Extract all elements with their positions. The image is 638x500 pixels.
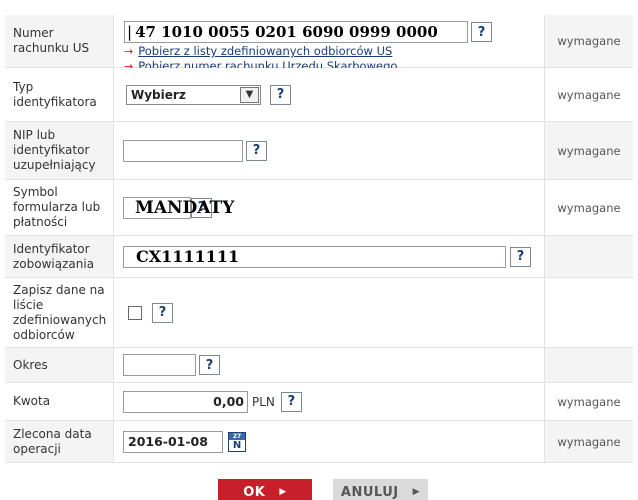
ok-button[interactable]: OK ▶ bbox=[218, 479, 312, 500]
save-recipient-help-button[interactable]: ? bbox=[152, 302, 173, 323]
row-save-recipient: Zapisz dane na liście zdefiniowanych odb… bbox=[5, 278, 633, 348]
row-period: Okres ? bbox=[5, 348, 633, 383]
payment-form: Numer rachunku US | 47 1010 0055 0201 609… bbox=[5, 15, 633, 463]
form-symbol-value: MANDATY bbox=[135, 197, 235, 218]
required-badge: wymagane bbox=[557, 34, 621, 48]
identifier-type-field-cell: Wybierz ▼ ? bbox=[113, 68, 545, 121]
required-badge: wymagane bbox=[557, 200, 621, 215]
link-defined-recipients[interactable]: → Pobierz z listy zdefiniowanych odbiorc… bbox=[124, 44, 492, 59]
row-form-symbol: Symbol formularza lub płatności ? MANDAT… bbox=[5, 180, 633, 236]
empty-required-cell bbox=[545, 236, 633, 277]
chevron-right-icon: ▶ bbox=[412, 487, 421, 497]
row-account-number: Numer rachunku US | 47 1010 0055 0201 609… bbox=[5, 15, 633, 73]
empty-required-cell bbox=[545, 278, 633, 347]
amount-label: Kwota bbox=[13, 394, 51, 408]
obligation-id-label: Identyfikator zobowiązania bbox=[13, 241, 95, 271]
currency-label: PLN bbox=[252, 394, 275, 409]
period-field-cell: ? bbox=[113, 348, 545, 382]
form-buttons: OK ▶ ANULUJ ▶ bbox=[0, 479, 638, 500]
save-recipient-checkbox[interactable] bbox=[128, 305, 142, 320]
identifier-type-label: Typ identyfikatora bbox=[13, 79, 97, 109]
form-symbol-field-cell: ? MANDATY bbox=[113, 180, 545, 235]
period-help-button[interactable]: ? bbox=[199, 355, 220, 375]
nip-input[interactable] bbox=[123, 139, 243, 162]
empty-required-cell bbox=[545, 348, 633, 382]
arrow-right-icon: → bbox=[124, 45, 134, 58]
required-badge: wymagane bbox=[557, 434, 621, 449]
nip-field-cell: ? bbox=[113, 122, 545, 179]
required-badge: wymagane bbox=[557, 394, 621, 409]
amount-field-cell: 0,00 PLN ? bbox=[113, 383, 545, 420]
form-symbol-label: Symbol formularza lub płatności bbox=[13, 185, 101, 229]
amount-input[interactable]: 0,00 bbox=[123, 390, 248, 413]
save-recipient-field-cell: ? bbox=[113, 278, 545, 347]
identifier-type-help-button[interactable]: ? bbox=[270, 84, 291, 105]
account-number-field-cell: | 47 1010 0055 0201 6090 0999 0000 ? → Po… bbox=[113, 15, 545, 73]
operation-date-field-cell: 2016-01-08 27 N bbox=[113, 421, 545, 462]
obligation-id-field-cell: CX1111111 ? bbox=[113, 236, 545, 277]
operation-date-input[interactable]: 2016-01-08 bbox=[123, 430, 223, 453]
required-badge: wymagane bbox=[557, 143, 621, 158]
cancel-button[interactable]: ANULUJ ▶ bbox=[333, 479, 428, 500]
row-identifier-type: Typ identyfikatora Wybierz ▼ ? wymagane bbox=[5, 68, 633, 122]
row-amount: Kwota 0,00 PLN ? wymagane bbox=[5, 383, 633, 421]
account-number-input[interactable]: | 47 1010 0055 0201 6090 0999 0000 bbox=[124, 21, 468, 43]
operation-date-label: Zlecona data operacji bbox=[13, 426, 92, 456]
row-operation-date: Zlecona data operacji 2016-01-08 27 N wy… bbox=[5, 421, 633, 463]
identifier-type-select[interactable]: Wybierz ▼ bbox=[126, 84, 261, 105]
chevron-right-icon: ▶ bbox=[279, 487, 287, 497]
calendar-icon[interactable]: 27 N bbox=[228, 431, 246, 452]
obligation-id-help-button[interactable]: ? bbox=[510, 246, 531, 267]
period-label: Okres bbox=[13, 357, 48, 372]
obligation-id-input[interactable]: CX1111111 bbox=[123, 245, 506, 268]
nip-help-button[interactable]: ? bbox=[246, 140, 267, 161]
save-recipient-label: Zapisz dane na liście zdefiniowanych odb… bbox=[13, 282, 107, 342]
row-obligation-id: Identyfikator zobowiązania CX1111111 ? bbox=[5, 236, 633, 278]
amount-help-button[interactable]: ? bbox=[280, 391, 302, 412]
period-input[interactable] bbox=[123, 354, 196, 376]
row-nip: NIP lub identyfikator uzupełniający ? wy… bbox=[5, 122, 633, 180]
account-help-button[interactable]: ? bbox=[471, 22, 492, 42]
nip-label: NIP lub identyfikator uzupełniający bbox=[13, 128, 96, 172]
account-number-label: Numer rachunku US bbox=[13, 26, 90, 55]
chevron-down-icon: ▼ bbox=[240, 86, 259, 103]
required-badge: wymagane bbox=[557, 87, 621, 102]
